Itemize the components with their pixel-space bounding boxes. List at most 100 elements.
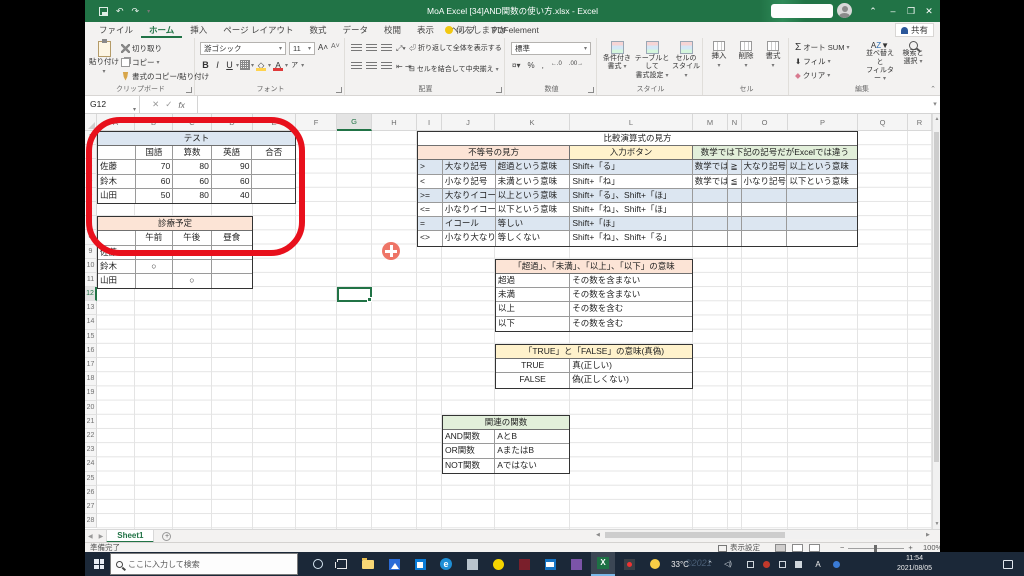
row-header[interactable]: 10 <box>85 258 97 273</box>
app-button-purple[interactable] <box>565 552 587 576</box>
tray-icon-4[interactable] <box>791 552 805 576</box>
recorder-button[interactable] <box>618 552 640 576</box>
cell-term[interactable]: 超過 <box>496 273 571 289</box>
align-right-icon[interactable] <box>381 62 392 71</box>
row-header[interactable]: 17 <box>85 358 97 373</box>
cell-math[interactable] <box>692 188 728 203</box>
row-header[interactable]: 16 <box>85 343 97 358</box>
cell-chushoku[interactable] <box>211 260 252 274</box>
row-header[interactable]: 26 <box>85 485 97 500</box>
mail-button[interactable] <box>539 552 561 576</box>
cell-math-name[interactable] <box>741 217 788 232</box>
cell-meaning[interactable]: 未満という意味 <box>495 174 571 189</box>
excel-taskbar-button[interactable]: X <box>591 552 615 576</box>
cell-boolean-meaning[interactable]: 偽(正しくない) <box>570 373 692 387</box>
conditional-formatting-button[interactable]: 条件付き 書式 ▾ <box>600 41 634 72</box>
ribbon-tab[interactable]: 挿入 <box>182 22 215 38</box>
cell-symbol-name[interactable]: 小なり大なり <box>443 231 496 246</box>
taskbar-clock[interactable]: 11:54 2021/08/05 <box>897 554 932 574</box>
row-header[interactable]: 27 <box>85 499 97 515</box>
cell-math[interactable] <box>693 231 728 246</box>
meaning-table-title[interactable]: 「超過」、「未満」、「以上」、「以下」の意味 <box>496 259 692 274</box>
column-header[interactable]: O <box>742 114 788 131</box>
column-header[interactable]: N <box>728 114 742 131</box>
paste-button[interactable]: 貼り付け ▾ <box>89 39 119 76</box>
cell-math-symbol[interactable] <box>727 217 742 232</box>
cell-symbol[interactable]: <> <box>418 231 443 246</box>
cell-math[interactable]: 数学では <box>692 174 728 189</box>
fill-button[interactable]: ⬇ フィル ▾ <box>795 55 831 67</box>
percent-button[interactable]: % <box>527 61 534 70</box>
name-box[interactable]: G12 ▾ <box>85 96 140 113</box>
align-center-icon[interactable] <box>366 62 377 71</box>
number-dialog-launcher[interactable] <box>588 87 594 93</box>
cell-math-symbol[interactable]: ≧ <box>727 160 742 175</box>
collapse-ribbon-icon[interactable]: ⌃ <box>930 85 936 93</box>
zoom-slider[interactable] <box>848 544 905 552</box>
copy-button[interactable]: コピー ▾ <box>121 56 160 68</box>
photos-button[interactable] <box>383 552 405 576</box>
cell-symbol[interactable]: > <box>418 160 443 175</box>
cell-meaning[interactable]: 等しい <box>495 217 571 232</box>
cell-math[interactable] <box>692 202 728 218</box>
row-header[interactable]: 19 <box>85 386 97 401</box>
cell-math-meaning[interactable]: 以上という意味 <box>787 160 858 175</box>
row-header[interactable]: 21 <box>85 414 97 429</box>
column-header[interactable]: H <box>372 114 417 131</box>
zoom-out-icon[interactable]: − <box>840 543 844 552</box>
ribbon-tab[interactable]: 表示 <box>409 22 442 38</box>
column-header[interactable]: Q <box>858 114 908 131</box>
cell-keys[interactable]: Shift+「ね」、Shift+「ほ」 <box>570 202 693 218</box>
comparison-table-title[interactable]: 比較演算式の見方 <box>418 132 857 147</box>
group-header-math[interactable]: 数学では下記の記号だがExcelでは違う <box>692 146 857 161</box>
number-format-select[interactable]: 標準 ▾ <box>511 42 591 55</box>
cell-math-symbol[interactable] <box>727 188 742 203</box>
row-header[interactable]: 12 <box>85 287 97 302</box>
align-bottom-icon[interactable] <box>381 44 392 53</box>
formula-input[interactable] <box>198 96 930 113</box>
cell-math[interactable]: 数学では <box>692 160 728 175</box>
group-header-inequality[interactable]: 不等号の見方 <box>418 146 571 161</box>
bold-button[interactable]: B <box>200 60 211 70</box>
cell-symbol[interactable]: = <box>418 217 443 232</box>
align-left-icon[interactable] <box>351 62 362 71</box>
cell-meaning[interactable]: 以上という意味 <box>495 188 571 203</box>
group-header-input[interactable]: 入力ボタン <box>570 146 693 161</box>
italic-button[interactable]: I <box>212 60 223 70</box>
tray-icon-2[interactable] <box>759 552 773 576</box>
selected-cell-G12[interactable] <box>337 287 372 302</box>
cell-term[interactable]: 以下 <box>496 316 571 331</box>
cell-symbol-name[interactable]: 小なりイコール <box>442 202 496 218</box>
close-button[interactable]: ✕ <box>921 0 937 22</box>
cell-symbol[interactable]: < <box>418 174 443 189</box>
app-button-yellow[interactable] <box>487 552 509 576</box>
cell-math-name[interactable] <box>741 188 788 203</box>
column-header[interactable]: M <box>693 114 728 131</box>
row-header[interactable]: 24 <box>85 457 97 472</box>
wrap-text-button[interactable]: ⏎ 折り返して全体を表示する <box>409 43 502 53</box>
cell-name[interactable]: 鈴木 <box>98 259 136 274</box>
cell-function-meaning[interactable]: Aではない <box>495 459 569 473</box>
start-button[interactable] <box>88 552 110 576</box>
share-button[interactable]: 共有 <box>894 23 934 37</box>
column-header[interactable]: P <box>788 114 858 131</box>
new-sheet-icon[interactable]: + <box>162 531 172 541</box>
sheet-nav-left-icon[interactable]: ◀ <box>85 533 96 540</box>
align-top-icon[interactable] <box>351 44 362 53</box>
ribbon-tab[interactable]: ホーム <box>141 22 183 38</box>
task-view-button[interactable] <box>331 552 353 576</box>
cell-math-meaning[interactable] <box>787 217 858 232</box>
sort-filter-button[interactable]: AZ▼ 並べ替えと フィルター ▾ <box>863 41 897 84</box>
sheet-tab-sheet1[interactable]: Sheet1 <box>106 529 155 543</box>
clipboard-dialog-launcher[interactable] <box>186 87 192 93</box>
row-header[interactable]: 11 <box>85 272 97 288</box>
row-header[interactable]: 28 <box>85 514 97 529</box>
delete-cells-button[interactable]: 削除 ▾ <box>733 41 759 70</box>
ribbon-tab[interactable]: ファイル <box>91 22 141 38</box>
horizontal-scrollbar[interactable] <box>605 531 923 539</box>
cell-symbol-name[interactable]: 大なりイコール <box>442 188 496 203</box>
row-header[interactable]: 14 <box>85 315 97 330</box>
cell-math-meaning[interactable] <box>787 203 858 218</box>
ribbon-tab[interactable]: 数式 <box>301 22 334 38</box>
merge-center-button[interactable]: ⊟ セルを結合して中央揃え ▾ <box>409 64 499 74</box>
